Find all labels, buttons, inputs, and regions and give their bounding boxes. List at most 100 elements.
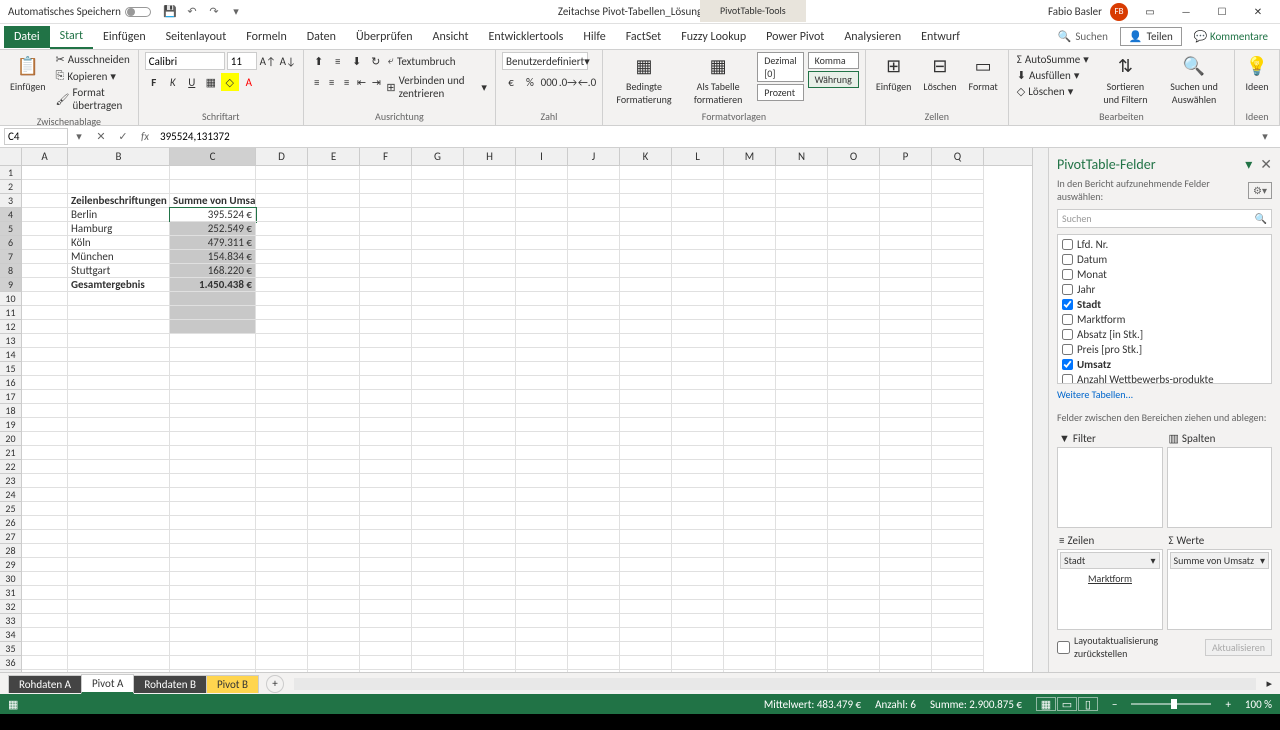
prozent-style[interactable]: Prozent: [757, 84, 803, 101]
cell-M31[interactable]: [724, 586, 776, 600]
comments-button[interactable]: 💬 Kommentare: [1186, 28, 1276, 45]
cell-O8[interactable]: [828, 264, 880, 278]
cell-E17[interactable]: [308, 390, 360, 404]
align-left-icon[interactable]: ≡: [310, 73, 324, 91]
cell-E10[interactable]: [308, 292, 360, 306]
cell-E36[interactable]: [308, 656, 360, 670]
cell-B7[interactable]: München: [68, 250, 170, 264]
align-right-icon[interactable]: ≡: [340, 73, 354, 91]
cell-G26[interactable]: [412, 516, 464, 530]
row-header-22[interactable]: 22: [0, 460, 22, 474]
cell-J10[interactable]: [568, 292, 620, 306]
cell-B29[interactable]: [68, 558, 170, 572]
cell-D8[interactable]: [256, 264, 308, 278]
cell-F25[interactable]: [360, 502, 412, 516]
row-header-19[interactable]: 19: [0, 418, 22, 432]
cell-B19[interactable]: [68, 418, 170, 432]
cell-D15[interactable]: [256, 362, 308, 376]
cell-O15[interactable]: [828, 362, 880, 376]
cell-F34[interactable]: [360, 628, 412, 642]
cell-B5[interactable]: Hamburg: [68, 222, 170, 236]
cell-B36[interactable]: [68, 656, 170, 670]
cell-B4[interactable]: Berlin: [68, 208, 170, 222]
cell-C23[interactable]: [170, 474, 256, 488]
cell-I20[interactable]: [516, 432, 568, 446]
cell-Q33[interactable]: [932, 614, 984, 628]
cell-Q29[interactable]: [932, 558, 984, 572]
cell-G34[interactable]: [412, 628, 464, 642]
cell-L14[interactable]: [672, 348, 724, 362]
col-header-H[interactable]: H: [464, 148, 516, 165]
cell-L36[interactable]: [672, 656, 724, 670]
cell-A26[interactable]: [22, 516, 68, 530]
cancel-formula-icon[interactable]: ✕: [92, 128, 110, 146]
cell-P1[interactable]: [880, 166, 932, 180]
cell-C21[interactable]: [170, 446, 256, 460]
cell-I25[interactable]: [516, 502, 568, 516]
cell-O1[interactable]: [828, 166, 880, 180]
cell-E32[interactable]: [308, 600, 360, 614]
cell-A28[interactable]: [22, 544, 68, 558]
cell-K31[interactable]: [620, 586, 672, 600]
orientation-icon[interactable]: ↻: [367, 52, 385, 70]
autosave-toggle[interactable]: Automatisches Speichern: [8, 5, 151, 18]
cell-P2[interactable]: [880, 180, 932, 194]
redo-icon[interactable]: ↷: [207, 5, 221, 19]
cell-M21[interactable]: [724, 446, 776, 460]
normal-view-icon[interactable]: ▦: [1036, 697, 1056, 711]
cell-L34[interactable]: [672, 628, 724, 642]
cell-P29[interactable]: [880, 558, 932, 572]
cell-K6[interactable]: [620, 236, 672, 250]
cell-F31[interactable]: [360, 586, 412, 600]
filter-area[interactable]: [1057, 447, 1163, 528]
cell-K22[interactable]: [620, 460, 672, 474]
row-header-31[interactable]: 31: [0, 586, 22, 600]
cell-J35[interactable]: [568, 642, 620, 656]
cell-F21[interactable]: [360, 446, 412, 460]
row-header-36[interactable]: 36: [0, 656, 22, 670]
cell-B25[interactable]: [68, 502, 170, 516]
col-header-N[interactable]: N: [776, 148, 828, 165]
cell-P16[interactable]: [880, 376, 932, 390]
cell-F24[interactable]: [360, 488, 412, 502]
cell-O35[interactable]: [828, 642, 880, 656]
row-header-3[interactable]: 3: [0, 194, 22, 208]
cell-N11[interactable]: [776, 306, 828, 320]
row-header-29[interactable]: 29: [0, 558, 22, 572]
cell-H1[interactable]: [464, 166, 516, 180]
cell-P13[interactable]: [880, 334, 932, 348]
cell-E7[interactable]: [308, 250, 360, 264]
cell-I4[interactable]: [516, 208, 568, 222]
cell-K2[interactable]: [620, 180, 672, 194]
row-header-37[interactable]: 37: [0, 670, 22, 672]
cell-K1[interactable]: [620, 166, 672, 180]
row-header-15[interactable]: 15: [0, 362, 22, 376]
cell-J19[interactable]: [568, 418, 620, 432]
cell-A29[interactable]: [22, 558, 68, 572]
cond-format-button[interactable]: ▦Bedingte Formatierung: [609, 52, 679, 108]
align-center-icon[interactable]: ≡: [325, 73, 339, 91]
cell-C17[interactable]: [170, 390, 256, 404]
row-header-13[interactable]: 13: [0, 334, 22, 348]
cell-F17[interactable]: [360, 390, 412, 404]
cell-P5[interactable]: [880, 222, 932, 236]
insert-cells-button[interactable]: ⊞Einfügen: [872, 52, 916, 95]
cell-E8[interactable]: [308, 264, 360, 278]
cell-M34[interactable]: [724, 628, 776, 642]
cell-P37[interactable]: [880, 670, 932, 672]
cell-B17[interactable]: [68, 390, 170, 404]
field-search-input[interactable]: Suchen🔍: [1057, 209, 1272, 228]
cell-I33[interactable]: [516, 614, 568, 628]
cell-M7[interactable]: [724, 250, 776, 264]
cell-G3[interactable]: [412, 194, 464, 208]
cell-N17[interactable]: [776, 390, 828, 404]
cell-K16[interactable]: [620, 376, 672, 390]
cell-M24[interactable]: [724, 488, 776, 502]
col-header-B[interactable]: B: [68, 148, 170, 165]
cell-F7[interactable]: [360, 250, 412, 264]
cell-C10[interactable]: [170, 292, 256, 306]
row-header-6[interactable]: 6: [0, 236, 22, 250]
cell-O32[interactable]: [828, 600, 880, 614]
cell-D24[interactable]: [256, 488, 308, 502]
cell-A4[interactable]: [22, 208, 68, 222]
